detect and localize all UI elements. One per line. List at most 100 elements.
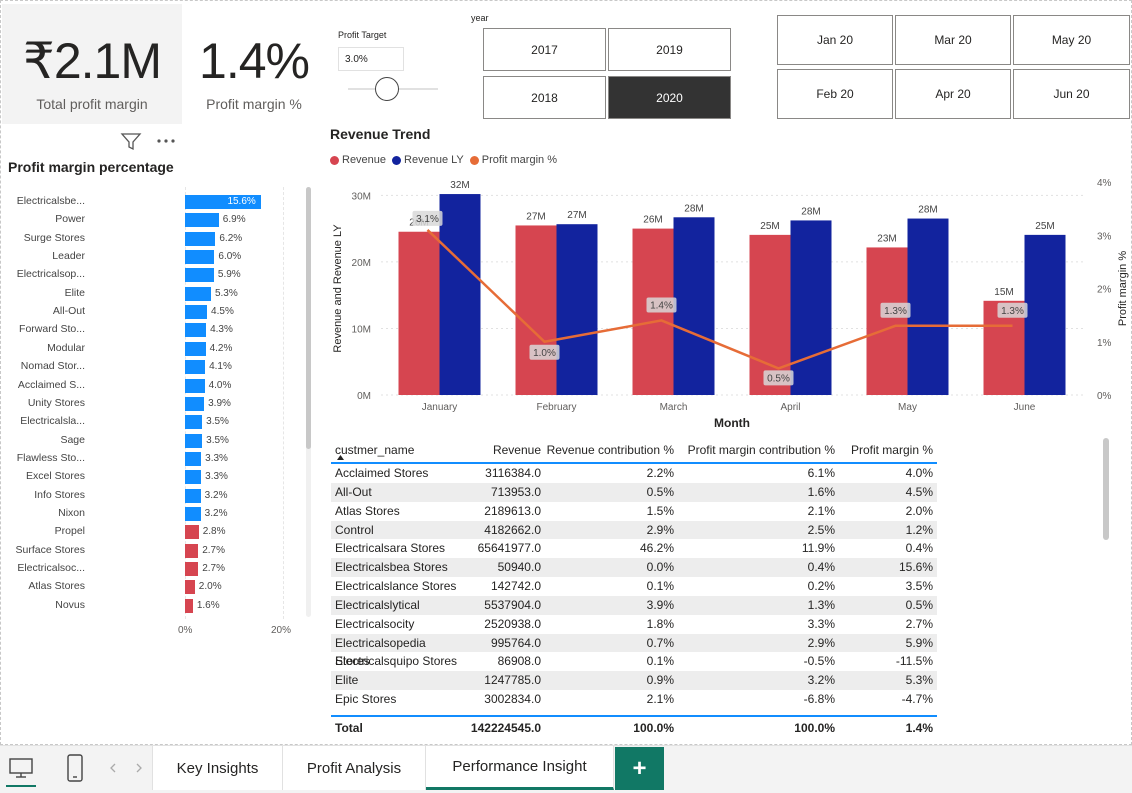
col-header-revenue[interactable]: Revenue — [461, 438, 545, 462]
table-row[interactable]: Electricalsopedia Stores 995764.0 0.7% 2.9%… — [331, 633, 937, 668]
desktop-view-icon[interactable] — [8, 757, 34, 779]
pm-bar[interactable] — [185, 341, 206, 356]
pm-bar[interactable] — [185, 451, 202, 466]
pm-bar[interactable] — [185, 598, 193, 613]
pm-row[interactable]: Forward Sto... 4.3% — [1, 321, 301, 339]
cell-profit-margin: 1.2% — [905, 522, 933, 537]
pm-row[interactable]: Nixon 3.2% — [1, 505, 301, 523]
pm-bar[interactable] — [185, 213, 219, 228]
cell-profit-margin: 0.5% — [905, 597, 933, 612]
pm-bar[interactable] — [185, 250, 215, 265]
legend-item-revenue-ly[interactable]: Revenue LY — [392, 154, 464, 166]
month-tile-jun[interactable]: Jun 20 — [1013, 69, 1130, 119]
pm-bar[interactable] — [185, 488, 201, 503]
month-tile-apr[interactable]: Apr 20 — [895, 69, 1011, 119]
table-row[interactable]: Electricalslytical 5537904.0 3.9% 1.3% 0.5% — [331, 595, 937, 615]
table-row[interactable]: Atlas Stores 2189613.0 1.5% 2.1% 2.0% — [331, 502, 937, 521]
year-tile-2019[interactable]: 2019 — [608, 28, 731, 71]
pm-row[interactable]: Power 6.9% — [1, 211, 301, 229]
pm-row-name: Power — [55, 213, 85, 226]
legend-item-profit-margin[interactable]: Profit margin % — [469, 154, 557, 166]
sort-asc-icon[interactable] — [337, 455, 344, 460]
tab-key-insights[interactable]: Key Insights — [152, 746, 283, 790]
table-row[interactable]: Electricalsquipo Stores 86908.0 0.1% -0.5% -… — [331, 652, 937, 671]
pm-row[interactable]: Surge Stores 6.2% — [1, 230, 301, 248]
col-header-customer[interactable]: custmer_name — [331, 438, 461, 462]
pm-row[interactable]: Excel Stores 3.3% — [1, 468, 301, 486]
report-canvas: ₹2.1M Total profit margin 1.4% Profit ma… — [0, 0, 1132, 745]
col-header-profit-contribution[interactable]: Profit margin contribution % — [678, 438, 839, 462]
year-tile-2018[interactable]: 2018 — [483, 76, 606, 119]
pm-row[interactable]: Flawless Sto... 3.3% — [1, 450, 301, 468]
pm-row[interactable]: Propel 2.8% — [1, 523, 301, 541]
col-header-revenue-contribution[interactable]: Revenue contribution % — [545, 438, 678, 462]
pm-row[interactable]: Unity Stores 3.9% — [1, 395, 301, 413]
profit-target-slider-thumb[interactable] — [375, 77, 399, 101]
table-row[interactable]: Epic Stores 3002834.0 2.1% -6.8% -4.7% — [331, 690, 937, 709]
mobile-view-icon[interactable] — [66, 754, 84, 782]
table-row[interactable]: Elite 1247785.0 0.9% 3.2% 5.3% — [331, 671, 937, 691]
table-row[interactable]: Electricalsara Stores 65641977.0 46.2% 11.9… — [331, 539, 937, 558]
pm-row[interactable]: Nomad Stor... 4.1% — [1, 358, 301, 376]
pm-bar[interactable] — [185, 580, 195, 595]
customer-table: custmer_name Revenue Revenue contributio… — [331, 438, 937, 737]
pm-scrollbar-thumb[interactable] — [306, 187, 311, 449]
pm-row[interactable]: All-Out 4.5% — [1, 303, 301, 321]
cell-profit-contribution: -0.5% — [803, 654, 835, 669]
pm-bar[interactable] — [185, 415, 203, 430]
table-row[interactable]: Electricalsocity 2520938.0 1.8% 3.3% 2.7% — [331, 615, 937, 634]
table-row[interactable]: Control 4182662.0 2.9% 2.5% 1.2% — [331, 520, 937, 540]
legend-item-revenue[interactable]: Revenue — [330, 154, 386, 166]
pm-bar[interactable] — [185, 286, 211, 301]
table-row[interactable]: Electricalsbea Stores 50940.0 0.0% 0.4% 15.6… — [331, 558, 937, 578]
table-row[interactable]: Electricalslance Stores 142742.0 0.1% 0.2% 3… — [331, 577, 937, 596]
more-options-icon[interactable] — [156, 137, 178, 145]
pm-row[interactable]: Leader 6.0% — [1, 248, 301, 266]
table-scrollbar[interactable] — [1103, 438, 1109, 540]
pm-bar[interactable] — [185, 323, 207, 338]
pm-bar[interactable] — [185, 562, 199, 576]
filter-icon[interactable] — [120, 131, 142, 151]
next-page-icon[interactable] — [134, 763, 144, 773]
pm-row[interactable]: Sage 3.5% — [1, 432, 301, 450]
month-tile-mar[interactable]: Mar 20 — [895, 15, 1011, 65]
pm-bar[interactable] — [185, 470, 202, 485]
pm-bar[interactable] — [185, 433, 203, 448]
cell-revenue-contribution: 0.5% — [646, 484, 674, 499]
table-row[interactable]: Acclaimed Stores 3116384.0 2.2% 6.1% 4.0% — [331, 464, 937, 483]
month-tile-feb[interactable]: Feb 20 — [777, 69, 893, 119]
pm-row[interactable]: Atlas Stores 2.0% — [1, 578, 301, 596]
col-header-profit-margin[interactable]: Profit margin % — [839, 438, 937, 462]
pm-bar[interactable] — [185, 268, 214, 283]
pm-row[interactable]: Elite 5.3% — [1, 285, 301, 303]
profit-target-input[interactable]: 3.0% — [338, 47, 404, 71]
pm-row[interactable]: Novus 1.6% — [1, 597, 301, 615]
pm-row[interactable]: Electricalsoc... 2.7% — [1, 560, 301, 578]
pm-bar[interactable] — [185, 543, 199, 558]
month-tile-may[interactable]: May 20 — [1013, 15, 1130, 65]
month-tile-jan[interactable]: Jan 20 — [777, 15, 893, 65]
pm-bar[interactable] — [185, 305, 208, 320]
table-row[interactable]: All-Out 713953.0 0.5% 1.6% 4.5% — [331, 482, 937, 502]
year-tile-2017[interactable]: 2017 — [483, 28, 606, 71]
pm-row[interactable]: Surface Stores 2.7% — [1, 542, 301, 560]
pm-row[interactable]: Acclaimed S... 4.0% — [1, 377, 301, 395]
pm-scrollbar[interactable] — [306, 187, 311, 617]
tab-profit-analysis[interactable]: Profit Analysis — [283, 746, 426, 790]
tab-performance-insight[interactable]: Performance Insight — [426, 746, 614, 790]
prev-page-icon[interactable] — [108, 763, 118, 773]
pm-bar[interactable] — [185, 360, 206, 375]
pm-row[interactable]: Modular 4.2% — [1, 340, 301, 358]
pm-bar[interactable] — [185, 506, 201, 521]
year-tile-2020[interactable]: 2020 — [608, 76, 731, 119]
pm-row[interactable]: Info Stores 3.2% — [1, 487, 301, 505]
pm-bar[interactable] — [185, 231, 216, 246]
revenue-ly-bar — [1024, 234, 1066, 395]
pm-row[interactable]: Electricalsbe... 15.6% — [1, 193, 301, 211]
pm-row[interactable]: Electricalsla... 3.5% — [1, 413, 301, 431]
pm-row[interactable]: Electricalsop... 5.9% — [1, 266, 301, 284]
add-page-button[interactable]: + — [615, 747, 664, 790]
pm-bar[interactable] — [185, 396, 205, 411]
pm-bar[interactable] — [185, 378, 205, 393]
pm-bar[interactable] — [185, 525, 199, 540]
